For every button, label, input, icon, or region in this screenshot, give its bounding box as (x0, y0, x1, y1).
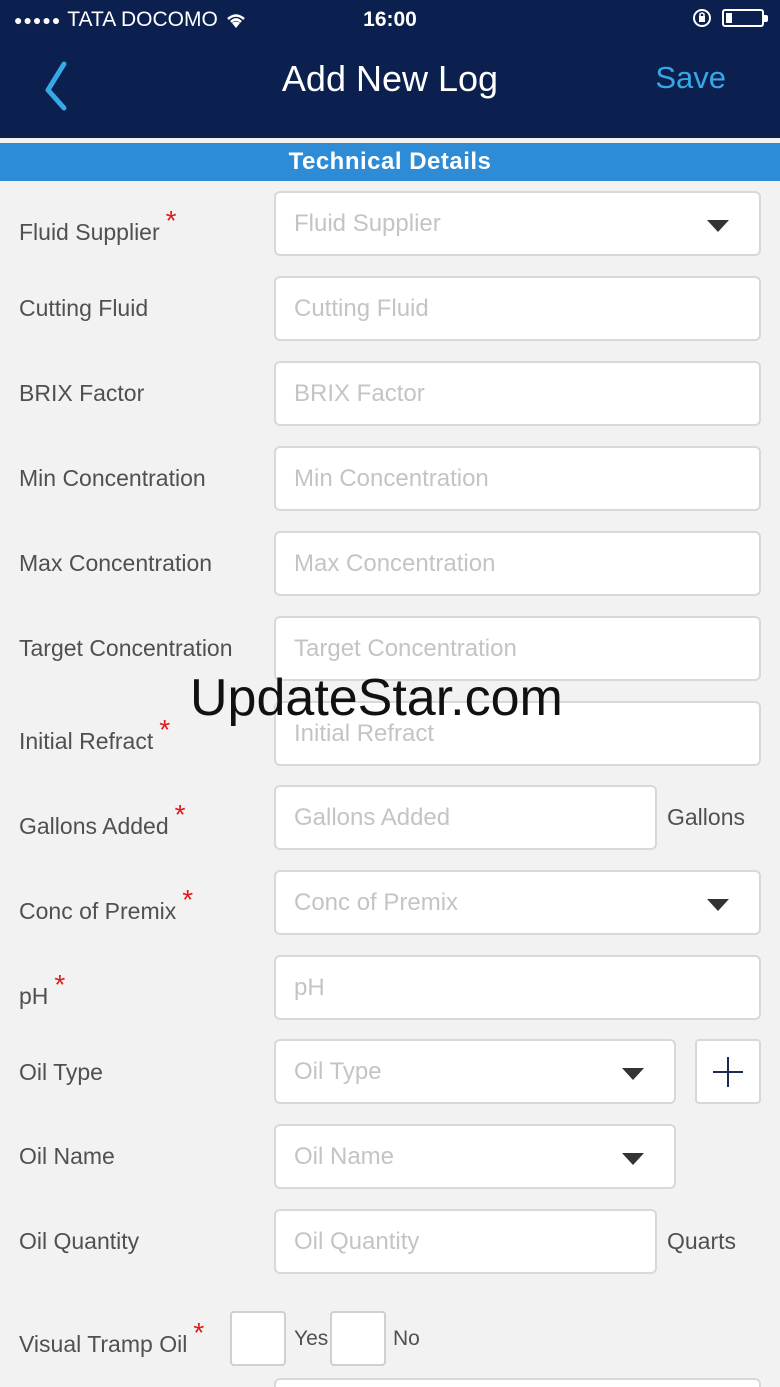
required-indicator: * (174, 799, 186, 830)
conc-of-premix-label: Conc of Premix * (19, 884, 194, 924)
fluid-supplier-placeholder: Fluid Supplier (294, 210, 441, 237)
dropdown-arrow-icon (622, 1068, 644, 1080)
min-concentration-label: Min Concentration (19, 465, 206, 491)
orientation-lock-icon (693, 9, 711, 27)
quarts-unit-label: Quarts (667, 1228, 737, 1254)
target-concentration-input[interactable]: Target Concentration (274, 616, 761, 681)
section-header: Technical Details (0, 143, 780, 181)
required-indicator: * (165, 205, 177, 236)
no-label: No (393, 1327, 420, 1350)
ph-placeholder: pH (294, 974, 325, 1001)
oil-type-dropdown[interactable]: Oil Type (274, 1039, 676, 1104)
visual-tramp-oil-yes-checkbox[interactable] (230, 1311, 286, 1366)
conc-of-premix-placeholder: Conc of Premix (294, 889, 459, 916)
required-indicator: * (159, 714, 171, 745)
add-oil-type-button[interactable] (695, 1039, 761, 1104)
brix-factor-input[interactable]: BRIX Factor (274, 361, 761, 426)
cutting-fluid-placeholder: Cutting Fluid (294, 295, 429, 322)
gallons-added-input[interactable]: Gallons Added (274, 785, 657, 850)
brix-factor-label: BRIX Factor (19, 380, 145, 406)
dropdown-arrow-icon (707, 899, 729, 911)
gallons-added-placeholder: Gallons Added (294, 804, 451, 831)
oil-name-dropdown[interactable]: Oil Name (274, 1124, 676, 1189)
oil-type-placeholder: Oil Type (294, 1058, 382, 1085)
oil-name-placeholder: Oil Name (294, 1143, 395, 1170)
ph-label: pH * (19, 969, 66, 1009)
min-concentration-placeholder: Min Concentration (294, 465, 489, 492)
fluid-supplier-label: Fluid Supplier * (19, 205, 177, 245)
status-bar: ●●●●● TATA DOCOMO 16:00 (0, 0, 780, 40)
navigation-bar: Add New Log Save (0, 40, 780, 138)
visual-tramp-oil-no-checkbox[interactable] (330, 1311, 386, 1366)
required-indicator: * (54, 969, 66, 1000)
cutting-fluid-input[interactable]: Cutting Fluid (274, 276, 761, 341)
initial-refract-label: Initial Refract * (19, 714, 171, 754)
save-button[interactable]: Save (655, 60, 726, 96)
battery-icon (722, 9, 768, 27)
status-time: 16:00 (363, 8, 417, 31)
target-concentration-placeholder: Target Concentration (294, 635, 517, 662)
max-concentration-input[interactable]: Max Concentration (274, 531, 761, 596)
oil-quantity-placeholder: Oil Quantity (294, 1228, 420, 1255)
oil-type-label: Oil Type (19, 1059, 103, 1085)
fluid-supplier-dropdown[interactable]: Fluid Supplier (274, 191, 761, 256)
gallons-added-label: Gallons Added * (19, 799, 186, 839)
required-indicator: * (193, 1317, 205, 1348)
oil-quantity-label: Oil Quantity (19, 1228, 140, 1254)
conc-of-premix-dropdown[interactable]: Conc of Premix (274, 870, 761, 935)
visual-tramp-oil-label: Visual Tramp Oil * (19, 1317, 205, 1357)
max-concentration-placeholder: Max Concentration (294, 550, 496, 577)
dropdown-arrow-icon (622, 1153, 644, 1165)
next-field-input[interactable] (274, 1378, 761, 1387)
ph-input[interactable]: pH (274, 955, 761, 1020)
min-concentration-input[interactable]: Min Concentration (274, 446, 761, 511)
oil-quantity-input[interactable]: Oil Quantity (274, 1209, 657, 1274)
initial-refract-input[interactable]: Initial Refract (274, 701, 761, 766)
yes-label: Yes (294, 1327, 329, 1350)
brix-factor-placeholder: BRIX Factor (294, 380, 425, 407)
initial-refract-placeholder: Initial Refract (294, 720, 435, 747)
required-indicator: * (182, 884, 194, 915)
oil-name-label: Oil Name (19, 1143, 115, 1169)
cutting-fluid-label: Cutting Fluid (19, 295, 149, 321)
dropdown-arrow-icon (707, 220, 729, 232)
target-concentration-label: Target Concentration (19, 635, 233, 661)
max-concentration-label: Max Concentration (19, 550, 213, 576)
gallons-unit-label: Gallons (667, 804, 745, 830)
